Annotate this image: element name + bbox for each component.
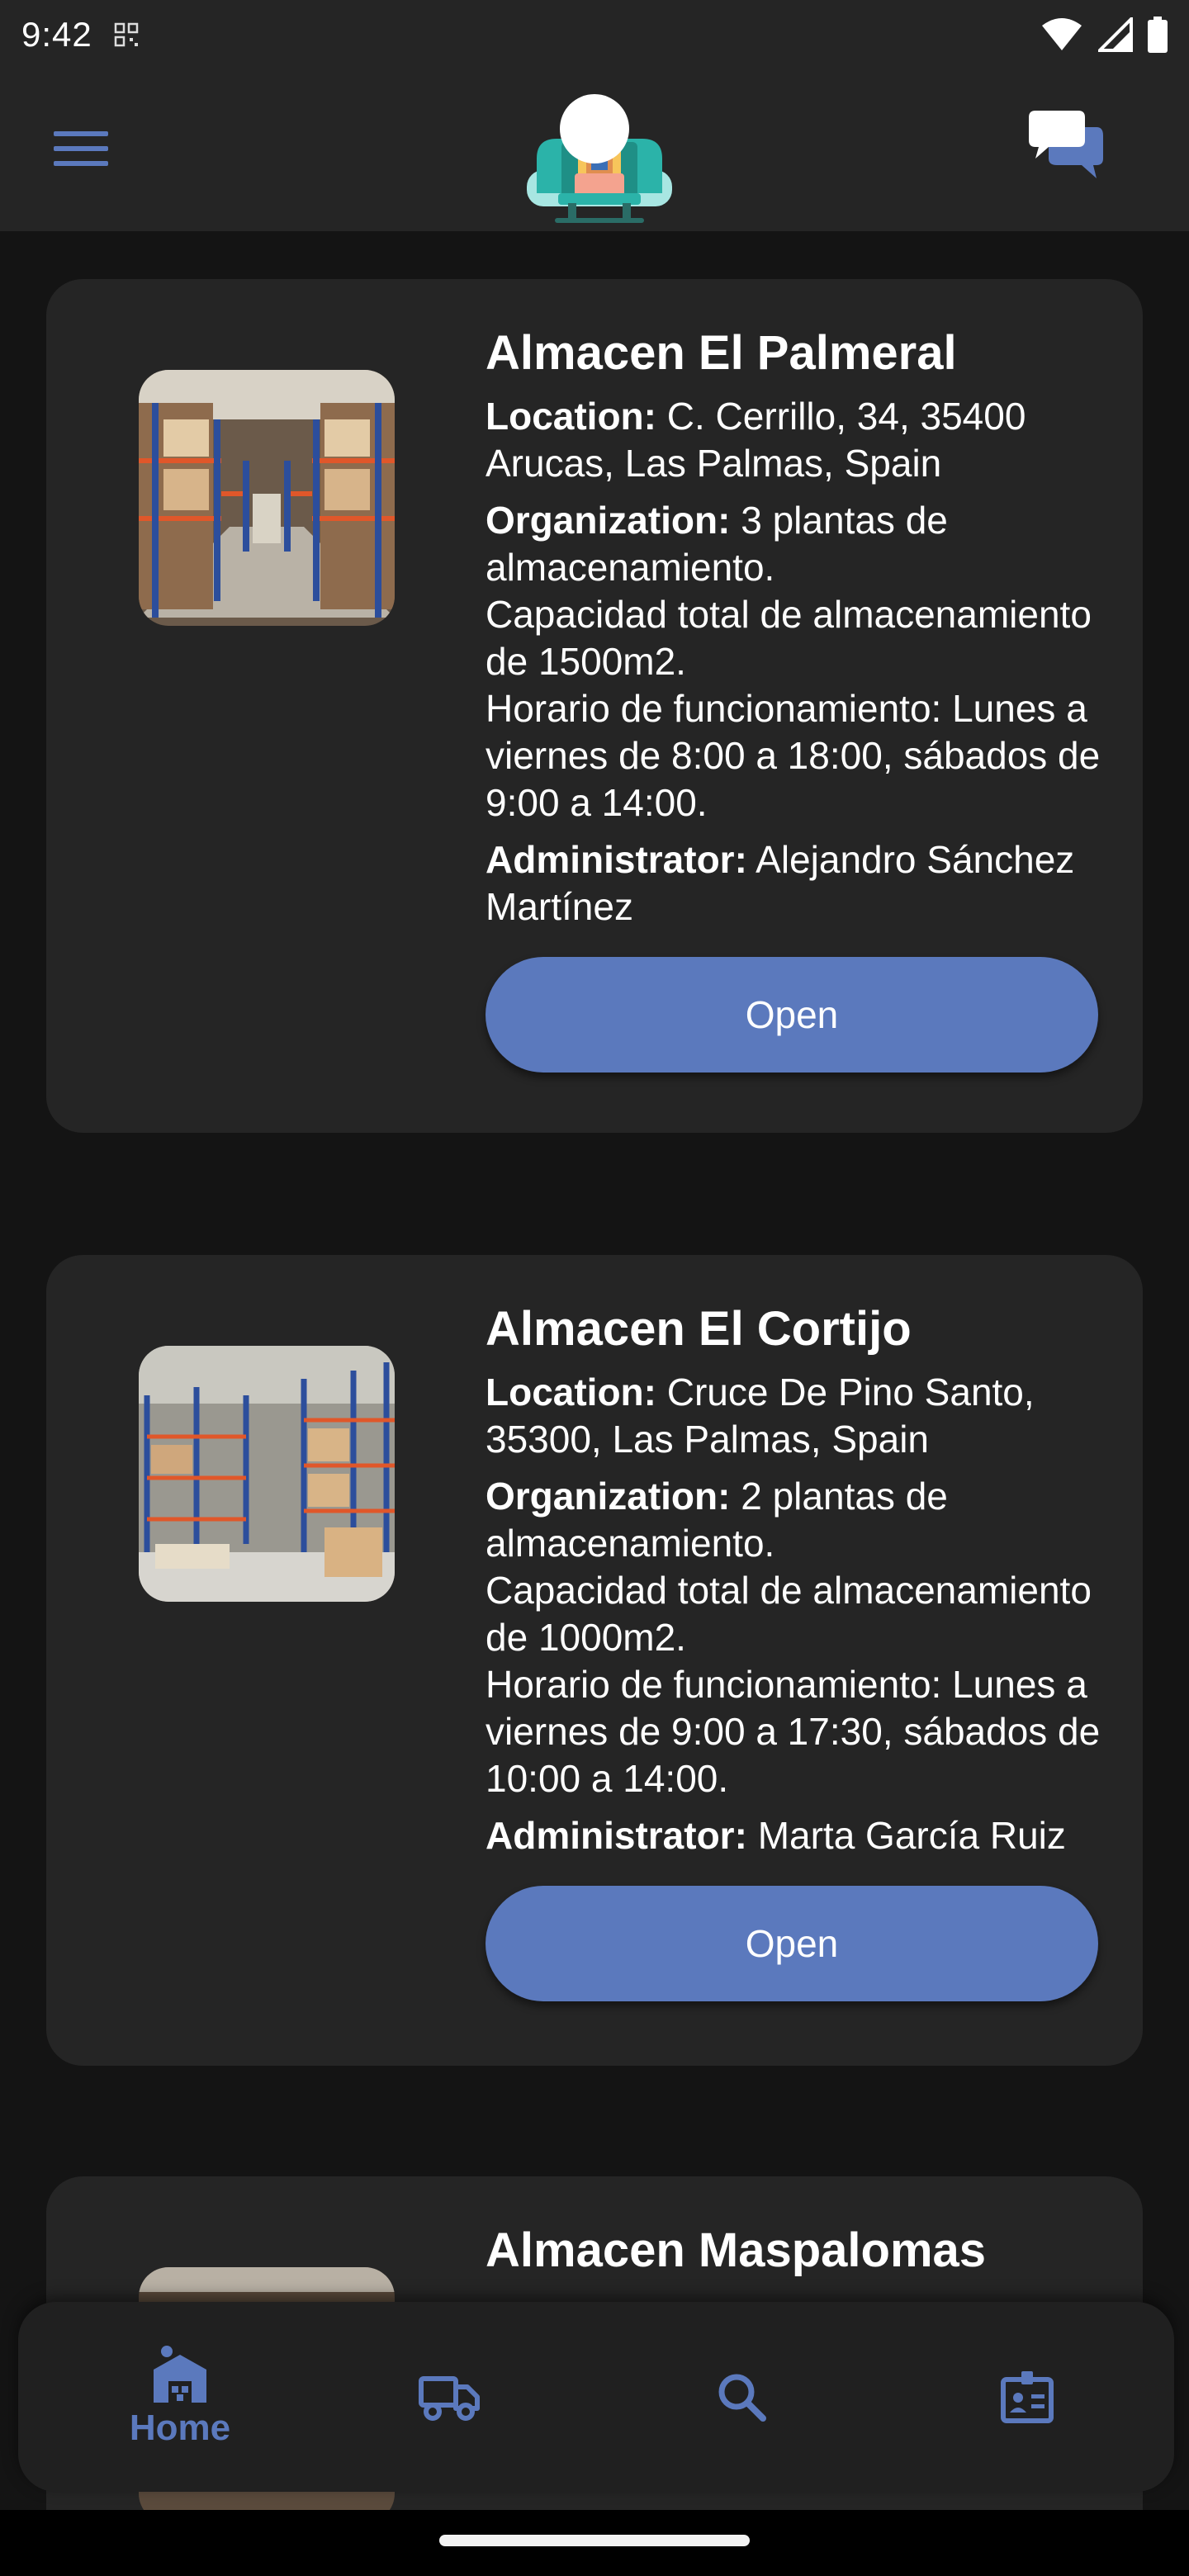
administrator-field: Administrator: Alejandro Sánchez Martíne… <box>486 836 1113 930</box>
organization-value: 2 plantas de almacenamiento. Capacidad t… <box>486 1475 1101 1800</box>
status-bar: 9:42 <box>0 0 1189 69</box>
signal-icon <box>1098 17 1133 52</box>
warehouse-icon <box>154 2346 206 2403</box>
open-button[interactable]: Open <box>486 1886 1098 2001</box>
wifi-icon <box>1042 18 1082 50</box>
organization-value: 3 plantas de almacenamiento. Capacidad t… <box>486 499 1101 824</box>
qr-scan-icon <box>114 22 138 47</box>
open-button[interactable]: Open <box>486 957 1098 1073</box>
nav-deliveries[interactable] <box>367 2302 532 2492</box>
nav-profile[interactable] <box>945 2302 1110 2492</box>
organization-label: Organization: <box>486 499 731 542</box>
organization-label: Organization: <box>486 1475 731 1518</box>
warehouse-card: Almacen El Palmeral Location: C. Cerrill… <box>46 279 1143 1133</box>
warehouse-list[interactable]: Almacen El Palmeral Location: C. Cerrill… <box>0 231 1189 2510</box>
status-time: 9:42 <box>21 15 92 54</box>
chat-bubbles-icon[interactable] <box>1024 111 1106 185</box>
location-field: Location: Cruce De Pino Santo, 35300, La… <box>486 1369 1113 1463</box>
menu-button[interactable] <box>48 124 114 173</box>
bottom-navigation: Home <box>18 2302 1174 2492</box>
location-field: Location: C. Cerrillo, 34, 35400 Arucas,… <box>486 393 1113 487</box>
warehouse-card: Almacen El Cortijo Location: Cruce De Pi… <box>46 1255 1143 2066</box>
search-icon <box>718 2374 766 2422</box>
warehouse-name: Almacen El Cortijo <box>486 1302 912 1356</box>
camera-cutout <box>560 94 629 163</box>
location-label: Location: <box>486 1371 656 1413</box>
organization-field: Organization: 2 plantas de almacenamient… <box>486 1473 1113 1802</box>
administrator-label: Administrator: <box>486 838 747 881</box>
location-label: Location: <box>486 395 656 438</box>
battery-icon <box>1148 17 1168 53</box>
warehouse-name: Almacen Maspalomas <box>486 2223 987 2277</box>
home-gesture-bar[interactable] <box>439 2535 750 2546</box>
id-card-icon <box>1001 2371 1054 2423</box>
app-bar <box>0 69 1189 231</box>
warehouse-name: Almacen El Palmeral <box>486 326 957 380</box>
administrator-label: Administrator: <box>486 1814 747 1857</box>
nav-home[interactable]: Home <box>97 2302 263 2492</box>
warehouse-photo <box>139 370 395 626</box>
nav-search[interactable] <box>659 2302 824 2492</box>
warehouse-photo <box>139 1346 395 1602</box>
truck-icon <box>419 2376 480 2421</box>
nav-home-label: Home <box>129 2408 231 2448</box>
administrator-value: Marta García Ruiz <box>757 1814 1066 1857</box>
hamburger-menu-icon <box>54 131 108 166</box>
organization-field: Organization: 3 plantas de almacenamient… <box>486 497 1113 826</box>
administrator-field: Administrator: Marta García Ruiz <box>486 1812 1113 1859</box>
